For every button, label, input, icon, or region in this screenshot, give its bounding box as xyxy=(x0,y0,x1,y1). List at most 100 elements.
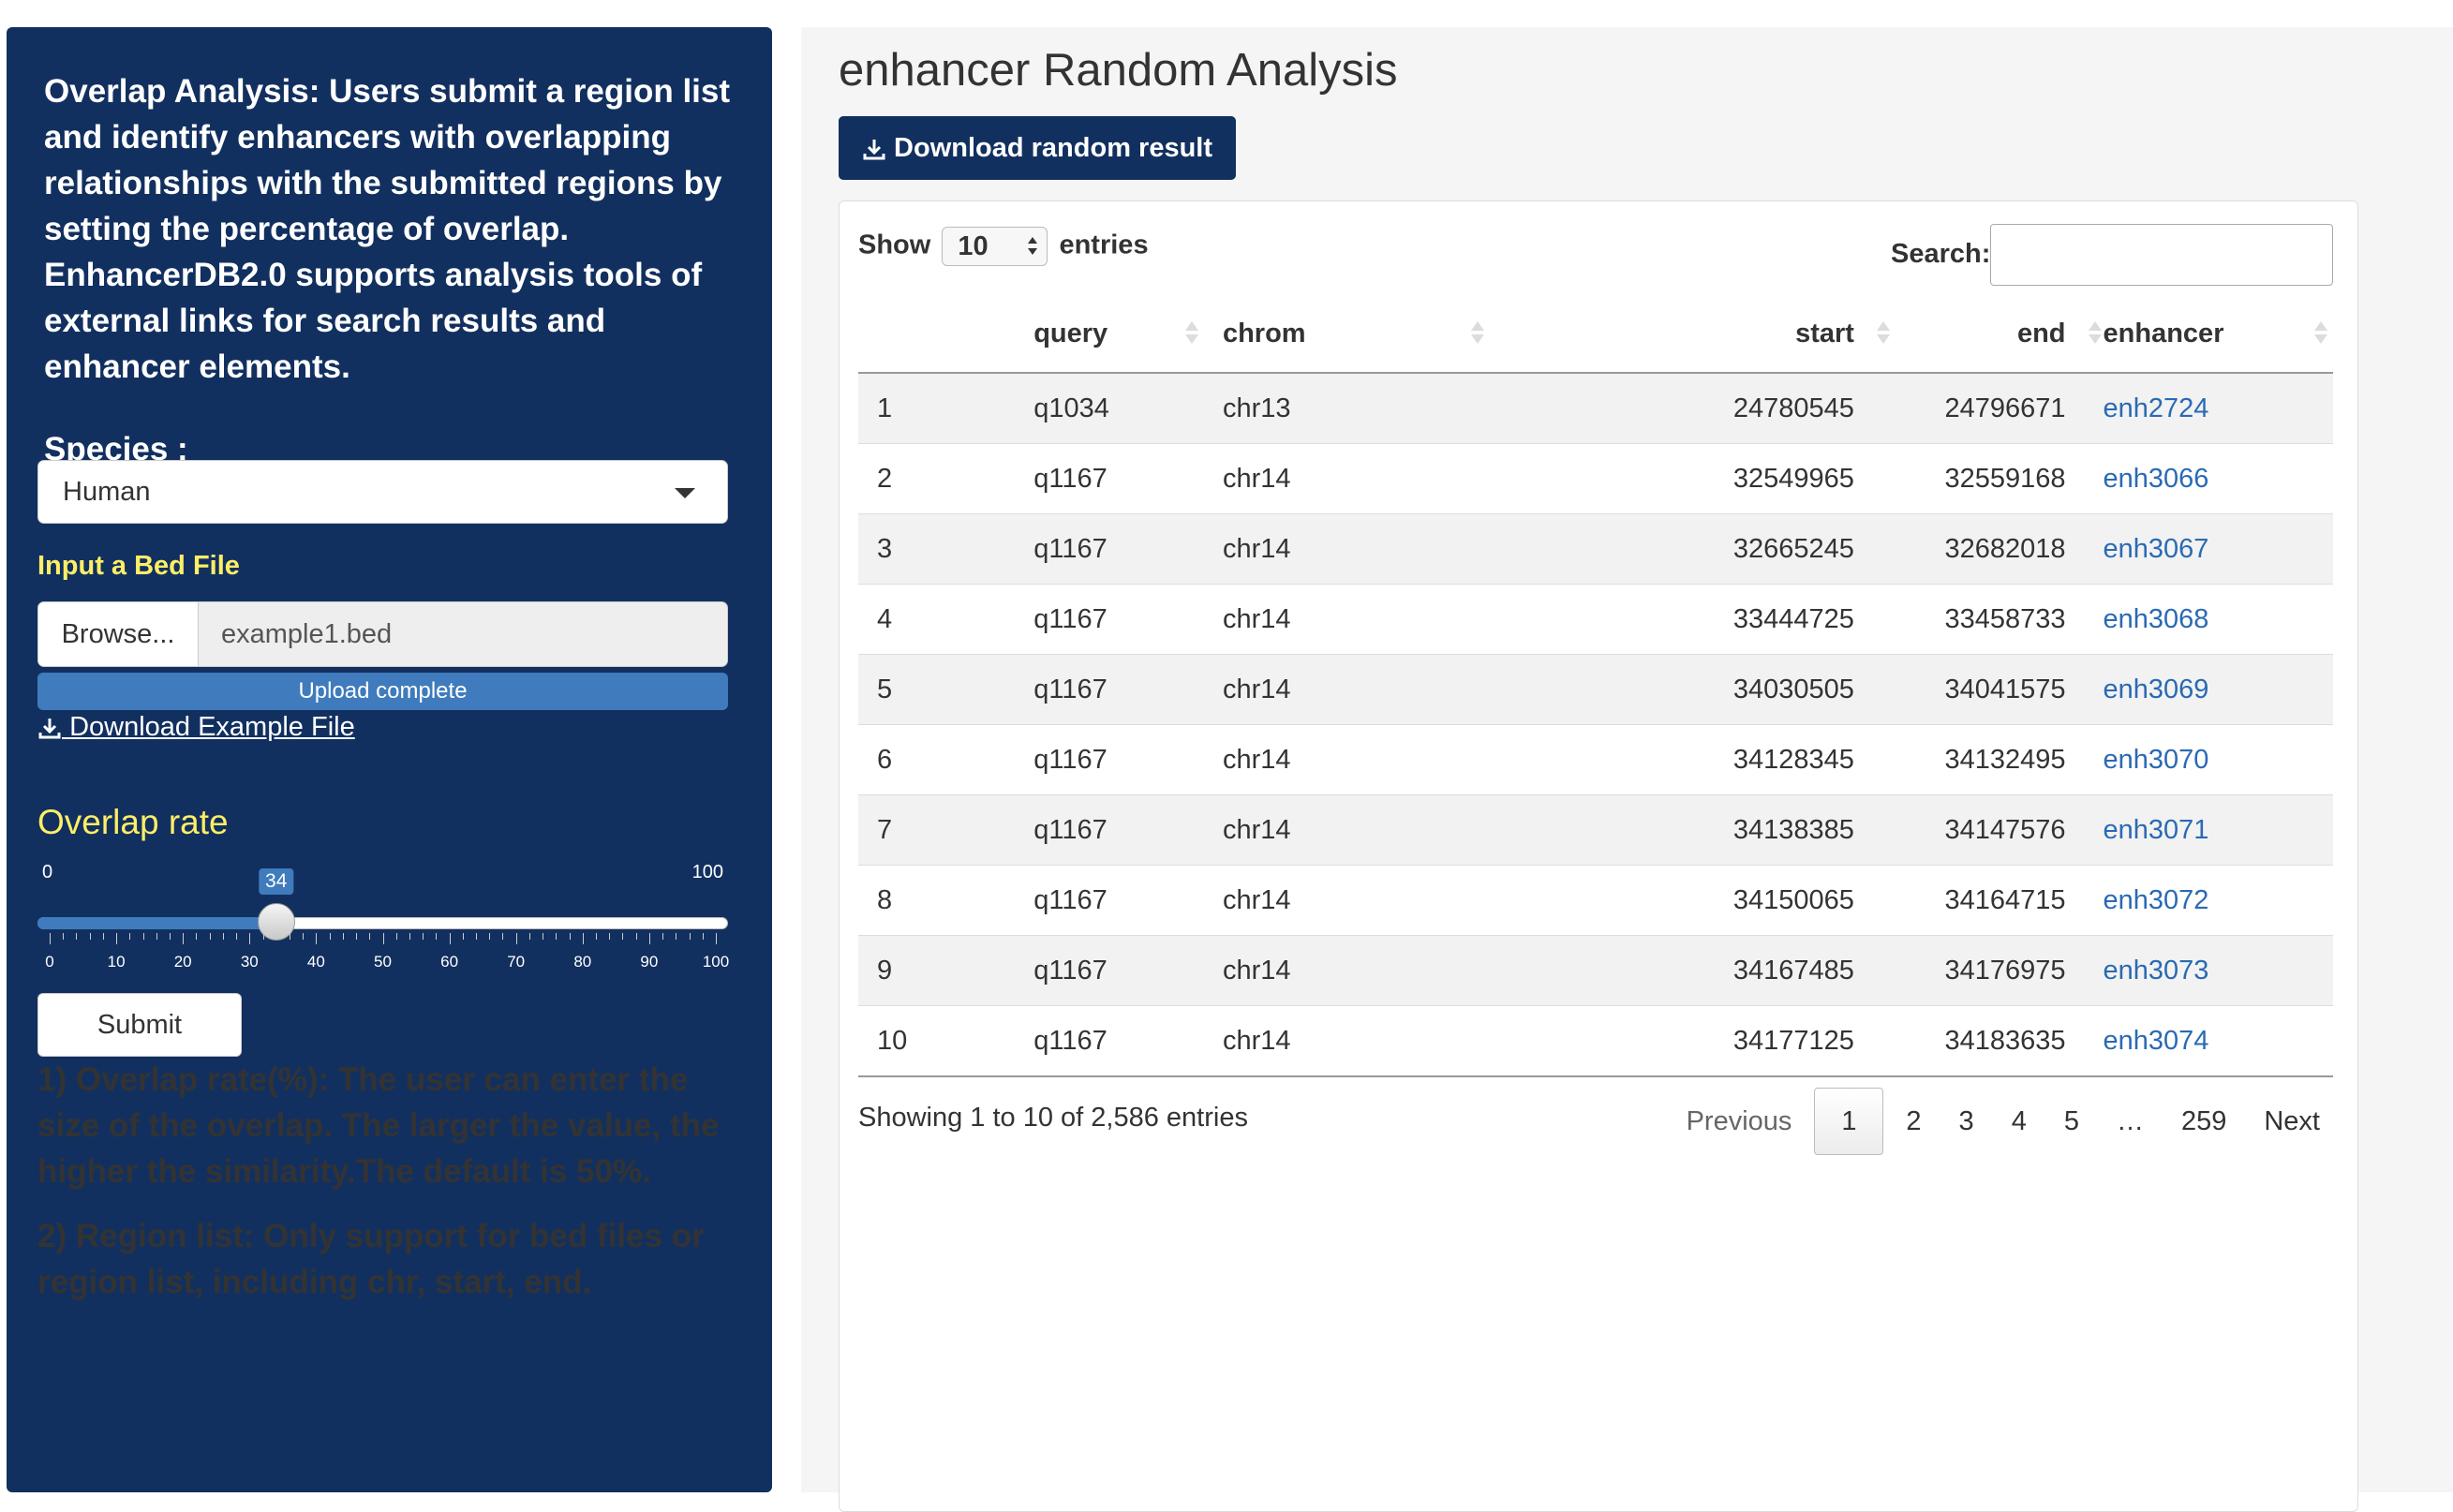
slider-tick xyxy=(63,933,65,940)
pagination-page-2[interactable]: 2 xyxy=(1887,1089,1940,1154)
column-header-query[interactable]: query xyxy=(1015,295,1204,374)
cell-query: q1167 xyxy=(1015,935,1204,1006)
pagination-page-3[interactable]: 3 xyxy=(1940,1089,1993,1154)
sort-icon xyxy=(1184,321,1198,346)
overlap-rate-slider[interactable]: 0 100 34 0 10 20 30 40 50 60 70 80 90 100 xyxy=(37,862,729,984)
slider-tick xyxy=(556,933,558,940)
column-header-index xyxy=(858,295,1016,374)
cell-end: 34176975 xyxy=(1872,935,2085,1006)
enhancer-link[interactable]: enh3072 xyxy=(2104,885,2209,915)
pagination-page-4[interactable]: 4 xyxy=(1993,1089,2045,1154)
enhancer-link[interactable]: enh3067 xyxy=(2104,534,2209,564)
entries-length-value: 10 xyxy=(958,231,989,261)
column-header-enhancer-label: enhancer xyxy=(2103,318,2224,348)
slider-tick xyxy=(449,933,451,944)
pagination: Previous 1 2 3 4 5 … 259 Next xyxy=(1668,1088,2339,1155)
enhancer-link[interactable]: enh3073 xyxy=(2104,956,2209,986)
cell-chrom: chr14 xyxy=(1203,865,1491,936)
cell-chrom: chr14 xyxy=(1203,794,1491,866)
search-input[interactable] xyxy=(1990,224,2333,286)
enhancer-link[interactable]: enh3068 xyxy=(2104,604,2209,634)
entries-length-control: Show 10 entries xyxy=(858,227,1149,266)
cell-index: 7 xyxy=(858,794,1016,866)
slider-tick-label: 30 xyxy=(240,953,259,971)
table-info: Showing 1 to 10 of 2,586 entries xyxy=(858,1103,1248,1133)
slider-min-label: 0 xyxy=(42,862,53,882)
pagination-previous[interactable]: Previous xyxy=(1668,1089,1811,1154)
cell-enhancer: enh3068 xyxy=(2084,584,2333,655)
cell-query: q1167 xyxy=(1015,724,1204,795)
slider-tick xyxy=(596,933,598,940)
cell-enhancer: enh3071 xyxy=(2084,794,2333,866)
species-select-value: Human xyxy=(63,477,151,507)
table-row: 5 q1167 chr14 34030505 34041575 enh3069 xyxy=(858,654,2333,725)
download-random-result-button[interactable]: Download random result xyxy=(839,116,1236,180)
cell-chrom: chr14 xyxy=(1203,935,1491,1006)
slider-tick xyxy=(409,933,410,940)
column-header-chrom[interactable]: chrom xyxy=(1203,295,1491,374)
slider-tick xyxy=(476,933,478,940)
slider-value-label: 34 xyxy=(259,868,294,895)
enhancer-link[interactable]: enh3069 xyxy=(2104,674,2209,704)
pagination-page-1[interactable]: 1 xyxy=(1814,1088,1884,1155)
cell-query: q1167 xyxy=(1015,865,1204,936)
cell-end: 34132495 xyxy=(1872,724,2085,795)
species-select[interactable]: Human xyxy=(37,460,728,524)
cell-end: 24796671 xyxy=(1872,372,2085,444)
slider-tick-label: 20 xyxy=(173,953,192,971)
slider-tick-label: 70 xyxy=(507,953,526,971)
pagination-ellipsis: … xyxy=(2116,1106,2144,1136)
download-example-link[interactable]: Download Example File xyxy=(37,712,355,743)
slider-tick xyxy=(395,933,397,940)
pagination-page-last[interactable]: 259 xyxy=(2163,1089,2245,1154)
slider-tick xyxy=(156,933,157,940)
cell-end: 34164715 xyxy=(1872,865,2085,936)
cell-start: 24780545 xyxy=(1490,372,1873,444)
pagination-next[interactable]: Next xyxy=(2245,1089,2339,1154)
browse-button[interactable]: Browse... xyxy=(37,601,199,667)
column-header-start-label: start xyxy=(1795,318,1854,348)
enhancer-link[interactable]: enh2724 xyxy=(2104,393,2209,423)
column-header-end[interactable]: end xyxy=(1872,295,2102,374)
file-name-field[interactable]: example1.bed xyxy=(199,601,728,667)
cell-enhancer: enh3072 xyxy=(2084,865,2333,936)
main-panel: enhancer Random Analysis Download random… xyxy=(801,27,2453,1512)
cell-query: q1167 xyxy=(1015,513,1204,585)
cell-chrom: chr14 xyxy=(1203,513,1491,585)
cell-index: 1 xyxy=(858,372,1016,444)
enhancer-link[interactable]: enh3066 xyxy=(2104,464,2209,494)
cell-end: 34041575 xyxy=(1872,654,2085,725)
slider-tick xyxy=(236,933,238,940)
cell-query: q1167 xyxy=(1015,1005,1204,1077)
column-header-start[interactable]: start xyxy=(1490,295,1890,374)
enhancer-link[interactable]: enh3070 xyxy=(2104,745,2209,775)
slider-tick-label: 40 xyxy=(306,953,325,971)
entries-length-select[interactable]: 10 xyxy=(942,227,1048,266)
cell-enhancer: enh3067 xyxy=(2084,513,2333,585)
sort-icon xyxy=(2314,321,2327,346)
column-header-enhancer[interactable]: enhancer xyxy=(2084,295,2333,374)
slider-tick-label: 50 xyxy=(374,953,392,971)
slider-tick-label: 100 xyxy=(702,953,730,971)
cell-start: 34128345 xyxy=(1490,724,1873,795)
slider-tick xyxy=(275,933,277,940)
cell-end: 34183635 xyxy=(1872,1005,2085,1077)
cell-start: 34138385 xyxy=(1490,794,1873,866)
cell-chrom: chr14 xyxy=(1203,724,1491,795)
enhancer-link[interactable]: enh3071 xyxy=(2104,815,2209,845)
cell-query: q1167 xyxy=(1015,794,1204,866)
slider-tick xyxy=(356,933,358,940)
slider-tick-label: 80 xyxy=(573,953,592,971)
slider-tick xyxy=(129,933,131,940)
pagination-page-5[interactable]: 5 xyxy=(2045,1089,2098,1154)
slider-tick xyxy=(142,933,144,940)
enhancer-link[interactable]: enh3074 xyxy=(2104,1026,2209,1056)
submit-button[interactable]: Submit xyxy=(37,993,242,1057)
spinner-up-icon xyxy=(1028,237,1038,244)
slider-tick xyxy=(702,933,704,940)
search-label: Search: xyxy=(1891,239,1991,269)
download-icon xyxy=(38,719,61,739)
table-row: 7 q1167 chr14 34138385 34147576 enh3071 xyxy=(858,794,2333,866)
slider-tick xyxy=(316,933,318,944)
slider-ticks: 0 10 20 30 40 50 60 70 80 90 100 xyxy=(37,933,730,999)
